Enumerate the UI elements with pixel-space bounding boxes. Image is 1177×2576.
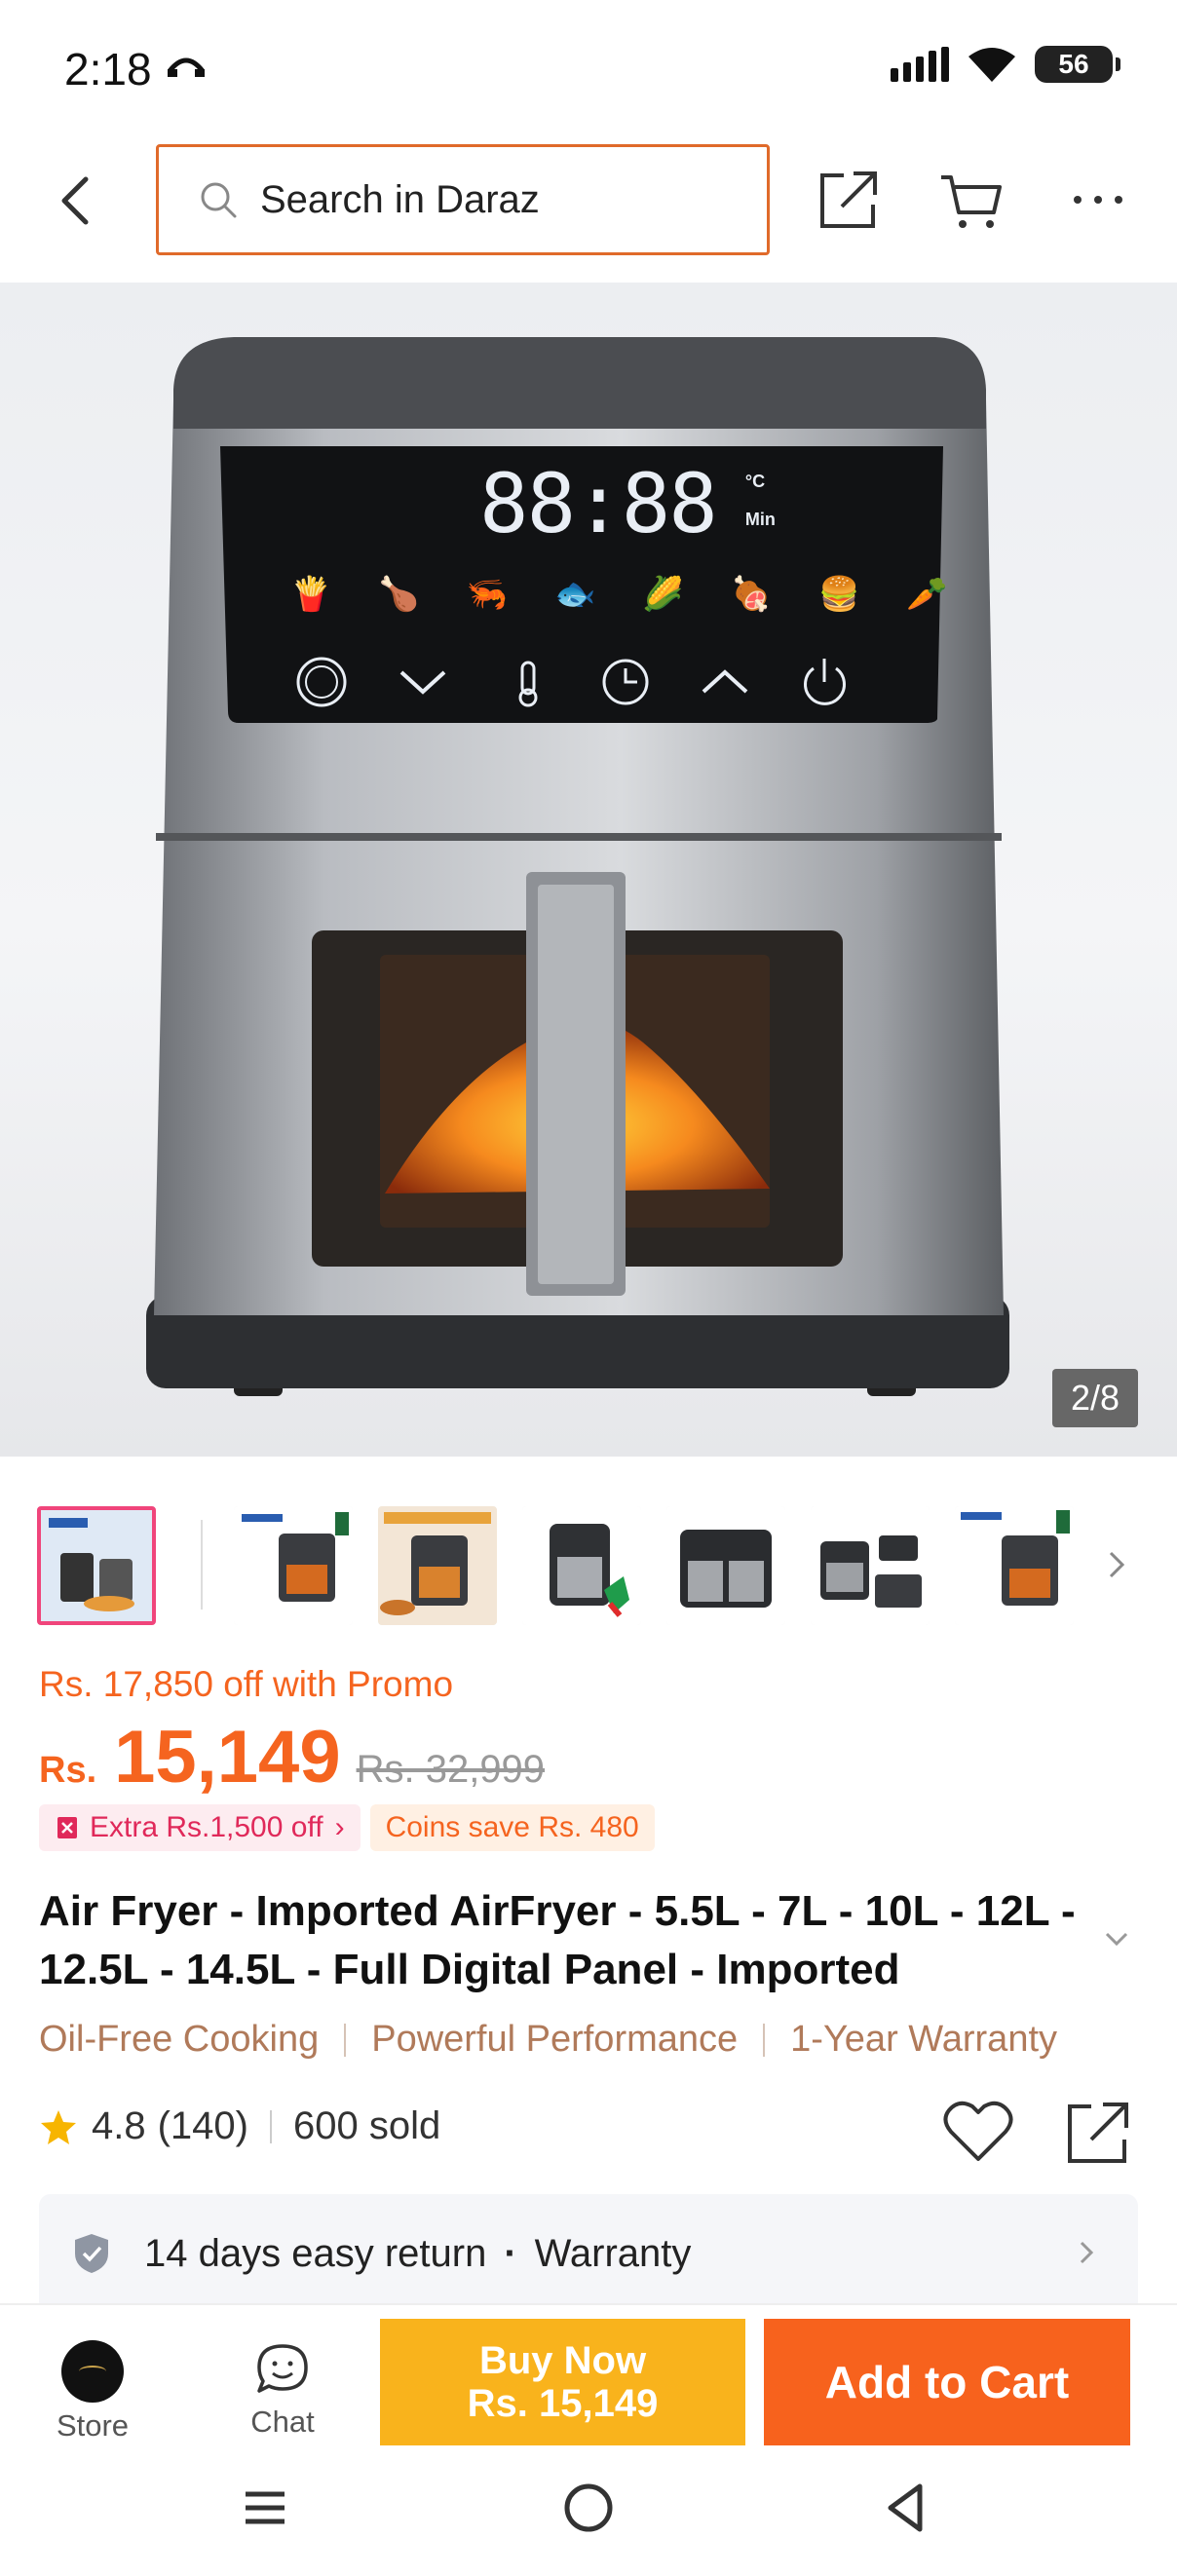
recents-icon[interactable]	[236, 2479, 294, 2537]
battery-icon: 56	[1035, 46, 1120, 83]
carrot-icon: 🥕	[906, 576, 948, 613]
store-label: Store	[56, 2408, 130, 2443]
feature-tag: 1-Year Warranty	[790, 2019, 1058, 2060]
chevron-right-icon	[1080, 2241, 1094, 2264]
home-icon[interactable]	[559, 2479, 618, 2537]
fries-icon: 🍟	[290, 576, 332, 613]
corn-icon: 🌽	[642, 576, 684, 613]
thumbnail-1[interactable]	[37, 1506, 156, 1625]
cart-icon[interactable]	[937, 166, 1006, 234]
notification-icon	[166, 45, 207, 89]
coins-chip[interactable]: Coins save Rs. 480	[369, 1804, 655, 1851]
original-price: Rs. 32,999	[356, 1748, 546, 1791]
signal-icon	[891, 47, 949, 82]
fish-icon: 🐟	[554, 576, 596, 613]
drumstick-icon: 🍗	[378, 576, 420, 613]
price-row: Rs. 15,149 Rs. 32,999	[39, 1715, 545, 1799]
thumbnail-4[interactable]	[522, 1506, 641, 1625]
status-time: 2:18	[64, 44, 152, 95]
search-icon	[201, 182, 237, 218]
display-min-unit: Min	[744, 510, 776, 529]
thumbnail-7[interactable]	[955, 1506, 1074, 1625]
return-policy: 14 days easy return	[144, 2231, 487, 2275]
rating-value: 4.8	[92, 2104, 146, 2147]
back-arrow-icon[interactable]	[49, 171, 107, 230]
product-title: Air Fryer - Imported AirFryer - 5.5L - 7…	[39, 1882, 1091, 1999]
add-to-cart-label: Add to Cart	[824, 2357, 1070, 2407]
feature-divider	[763, 2023, 766, 2057]
chevron-down-icon[interactable]	[1099, 1921, 1134, 1956]
buy-now-button[interactable]: Buy Now Rs. 15,149	[380, 2319, 745, 2445]
promo-text: Rs. 17,850 off with Promo	[39, 1664, 454, 1704]
discount-chips: Extra Rs.1,500 off › Coins save Rs. 480	[39, 1804, 655, 1851]
thumbnail-5[interactable]	[666, 1506, 785, 1625]
feature-tag: Oil-Free Cooking	[39, 2019, 320, 2060]
feature-tag: Powerful Performance	[371, 2019, 739, 2060]
store-button[interactable]: Store	[49, 2340, 136, 2443]
search-input[interactable]: Search in Daraz	[156, 144, 770, 255]
status-bar: 2:18 56	[0, 0, 1177, 136]
thumbnail-6[interactable]	[811, 1506, 930, 1625]
chat-label: Chat	[250, 2405, 315, 2439]
wishlist-heart-icon[interactable]	[941, 2097, 1015, 2167]
chevron-right-icon: ›	[334, 1811, 345, 1843]
chicken-icon: 🍖	[730, 576, 773, 613]
thumbnail-3[interactable]	[378, 1506, 497, 1625]
warranty-text: Warranty	[534, 2231, 692, 2275]
chat-icon	[257, 2344, 308, 2393]
buy-now-label: Buy Now	[478, 2339, 647, 2382]
display-readout: 88:88 °C Min	[479, 460, 776, 548]
shield-icon	[75, 2234, 108, 2273]
feature-divider	[344, 2023, 347, 2057]
share-icon[interactable]	[815, 166, 883, 234]
extra-discount-chip[interactable]: Extra Rs.1,500 off ›	[39, 1804, 361, 1851]
extra-discount-label: Extra Rs.1,500 off	[90, 1811, 323, 1843]
status-icons: 56	[891, 45, 1120, 84]
burger-icon: 🍔	[818, 576, 860, 613]
thumbnail-divider	[201, 1520, 203, 1610]
star-icon	[41, 2109, 76, 2144]
shrimp-icon: 🦐	[466, 576, 509, 613]
bottom-action-bar: Store Chat Buy Now Rs. 15,149 Add to Car…	[0, 2303, 1177, 2449]
rating-count: (140)	[157, 2104, 248, 2147]
chevron-right-icon[interactable]	[1097, 1543, 1136, 1586]
search-placeholder: Search in Daraz	[260, 177, 540, 221]
rating-divider	[270, 2109, 272, 2143]
display-temp-unit: °C	[744, 472, 766, 491]
feature-tags: Oil-Free Cooking Powerful Performance 1-…	[39, 2019, 1057, 2061]
price-value: 15,149	[114, 1716, 341, 1799]
more-options-icon[interactable]	[1064, 166, 1132, 234]
panel-controls	[296, 657, 846, 707]
app-header: Search in Daraz	[0, 136, 1177, 283]
system-nav-bar	[0, 2449, 1177, 2576]
price-currency: Rs.	[39, 1750, 97, 1791]
battery-level: 56	[1058, 49, 1089, 79]
thumbnail-2[interactable]	[234, 1506, 353, 1625]
product-image-gallery[interactable]: 88:88 °C Min 🍟 🍗 🦐 🐟 🌽 🍖 🍔 🥕 2/8	[0, 283, 1177, 1457]
sold-count: 600 sold	[293, 2104, 441, 2147]
thumbnail-strip	[0, 1500, 1177, 1632]
rating-row[interactable]: 4.8 (140) 600 sold	[39, 2104, 440, 2148]
store-avatar	[61, 2340, 124, 2403]
product-title-text: Air Fryer - Imported AirFryer - 5.5L - 7…	[39, 1887, 1076, 1993]
image-counter: 2/8	[1052, 1369, 1138, 1427]
preset-icons: 🍟 🍗 🦐 🐟 🌽 🍖 🍔 🥕	[290, 575, 948, 614]
coins-save-label: Coins save Rs. 480	[385, 1811, 639, 1843]
service-info-row[interactable]: 14 days easy return · Warranty	[39, 2194, 1138, 2313]
voucher-icon	[57, 1817, 77, 1838]
share-icon[interactable]	[1062, 2097, 1134, 2169]
back-icon[interactable]	[877, 2479, 935, 2537]
buy-now-price: Rs. 15,149	[467, 2382, 659, 2425]
add-to-cart-button[interactable]: Add to Cart	[764, 2319, 1130, 2445]
display-digits: 88:88	[479, 456, 718, 551]
wifi-icon	[968, 48, 1015, 82]
separator-dot: ·	[504, 2231, 517, 2275]
chat-button[interactable]: Chat	[234, 2340, 331, 2440]
